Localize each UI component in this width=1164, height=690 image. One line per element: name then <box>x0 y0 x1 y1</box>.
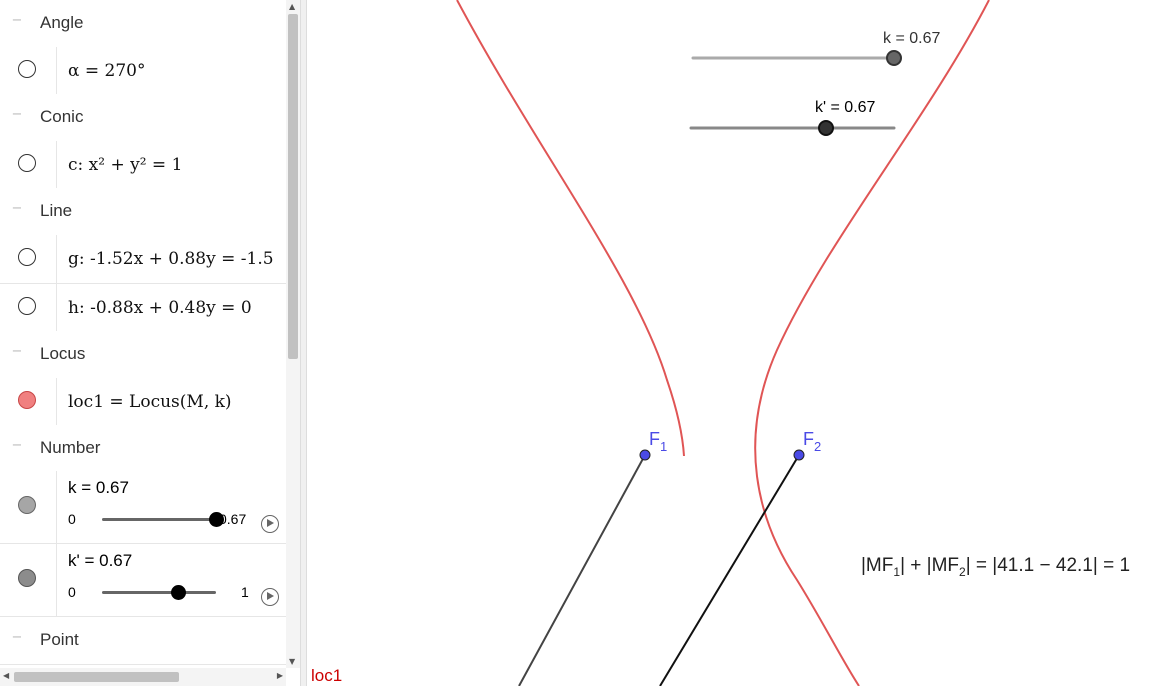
visibility-toggle[interactable] <box>18 297 36 315</box>
group-header-number[interactable]: − Number <box>0 425 286 473</box>
scroll-left-icon[interactable]: ◀ <box>3 671 9 680</box>
collapse-icon[interactable]: − <box>11 631 23 644</box>
slider-track[interactable] <box>102 518 216 521</box>
slider-title[interactable]: k' = 0.67 <box>68 551 132 571</box>
algebra-item-g[interactable]: g: -1.52x + 0.88y = -1.5 <box>0 235 286 284</box>
group-header-conic[interactable]: − Conic <box>0 94 286 142</box>
group-title: Line <box>40 201 73 220</box>
slider-k2-knob[interactable] <box>818 120 834 136</box>
locus-curve-left[interactable] <box>456 0 685 457</box>
algebra-item-loc1[interactable]: loc1 = Locus(M, k) <box>0 378 286 427</box>
slider-title[interactable]: k = 0.67 <box>68 478 129 498</box>
formula-text[interactable]: loc1 = Locus(M, k) <box>68 392 232 412</box>
row-gutter <box>0 544 57 616</box>
group-header-angle[interactable]: − Angle <box>0 0 286 48</box>
view-divider[interactable] <box>300 0 307 686</box>
algebra-view: − Angle α = 270° − Conic c: x² + y² = 1 … <box>0 0 286 686</box>
point-f2[interactable] <box>793 449 805 461</box>
row-gutter <box>0 471 57 543</box>
visibility-toggle[interactable] <box>18 154 36 172</box>
formula-text[interactable]: α = 270° <box>68 61 145 81</box>
visibility-toggle[interactable] <box>18 248 36 266</box>
row-gutter <box>0 235 57 283</box>
group-header-line[interactable]: − Line <box>0 188 286 236</box>
algebra-item-k2[interactable]: k' = 0.67 0 1 <box>0 544 286 617</box>
collapse-icon[interactable]: − <box>11 345 23 358</box>
group-title: Angle <box>40 13 84 32</box>
row-gutter <box>0 141 57 189</box>
play-icon[interactable] <box>261 515 279 533</box>
point-f1-label: F1 <box>649 429 667 454</box>
visibility-toggle[interactable] <box>18 60 36 78</box>
formula-text[interactable]: c: x² + y² = 1 <box>68 155 182 175</box>
play-icon[interactable] <box>261 588 279 606</box>
locus-label: loc1 <box>311 666 342 685</box>
group-title: Point <box>40 630 79 649</box>
slider-max: 1 <box>241 584 249 600</box>
slider-k-label: k = 0.67 <box>883 30 940 47</box>
group-title: Number <box>40 438 101 457</box>
slider-track[interactable] <box>102 591 216 594</box>
group-title: Conic <box>40 107 84 126</box>
segment-mf2[interactable] <box>659 454 800 687</box>
collapse-icon[interactable]: − <box>11 14 23 27</box>
row-gutter <box>0 284 57 332</box>
scroll-right-icon[interactable]: ▶ <box>277 671 283 680</box>
collapse-icon[interactable]: − <box>11 202 23 215</box>
group-header-point[interactable]: − Point <box>0 617 286 665</box>
vertical-scrollbar[interactable]: ▲ ▼ <box>286 0 300 668</box>
collapse-icon[interactable]: − <box>11 108 23 121</box>
group-title: Locus <box>40 344 86 363</box>
formula-text[interactable]: g: -1.52x + 0.88y = -1.5 <box>68 249 274 269</box>
formula-text[interactable]: h: -0.88x + 0.48y = 0 <box>68 298 252 318</box>
point-f2-label: F2 <box>803 429 821 454</box>
algebra-item-k[interactable]: k = 0.67 0 0.67 <box>0 471 286 544</box>
slider-min: 0 <box>68 584 76 600</box>
segment-mf1[interactable] <box>518 454 646 687</box>
visibility-toggle[interactable] <box>18 569 36 587</box>
slider-k2-label: k' = 0.67 <box>815 99 876 116</box>
point-f1[interactable] <box>639 449 651 461</box>
scrollbar-thumb[interactable] <box>288 14 298 359</box>
group-header-locus[interactable]: − Locus <box>0 331 286 379</box>
algebra-item-alpha[interactable]: α = 270° <box>0 47 286 96</box>
algebra-item-c[interactable]: c: x² + y² = 1 <box>0 141 286 190</box>
slider-max: 0.67 <box>219 511 247 527</box>
algebra-item-h[interactable]: h: -0.88x + 0.48y = 0 <box>0 284 286 333</box>
slider-knob[interactable] <box>170 585 186 600</box>
collapse-icon[interactable]: − <box>11 439 23 452</box>
scrollbar-thumb[interactable] <box>14 672 179 682</box>
slider-k-knob[interactable] <box>886 50 902 66</box>
row-gutter <box>0 47 57 95</box>
horizontal-scrollbar[interactable]: ◀ ▶ <box>0 668 286 686</box>
visibility-toggle[interactable] <box>18 496 36 514</box>
visibility-toggle[interactable] <box>18 391 36 409</box>
scroll-up-icon[interactable]: ▲ <box>289 2 295 11</box>
row-gutter <box>0 378 57 426</box>
slider-min: 0 <box>68 511 76 527</box>
graphics-view[interactable]: F1 F2 k = 0.67 k' = 0.67 |MF1| + |MF2| =… <box>307 0 1164 687</box>
scroll-down-icon[interactable]: ▼ <box>289 657 295 666</box>
equation-text: |MF1| + |MF2| = |41.1 − 42.1| = 1 <box>861 555 1130 579</box>
